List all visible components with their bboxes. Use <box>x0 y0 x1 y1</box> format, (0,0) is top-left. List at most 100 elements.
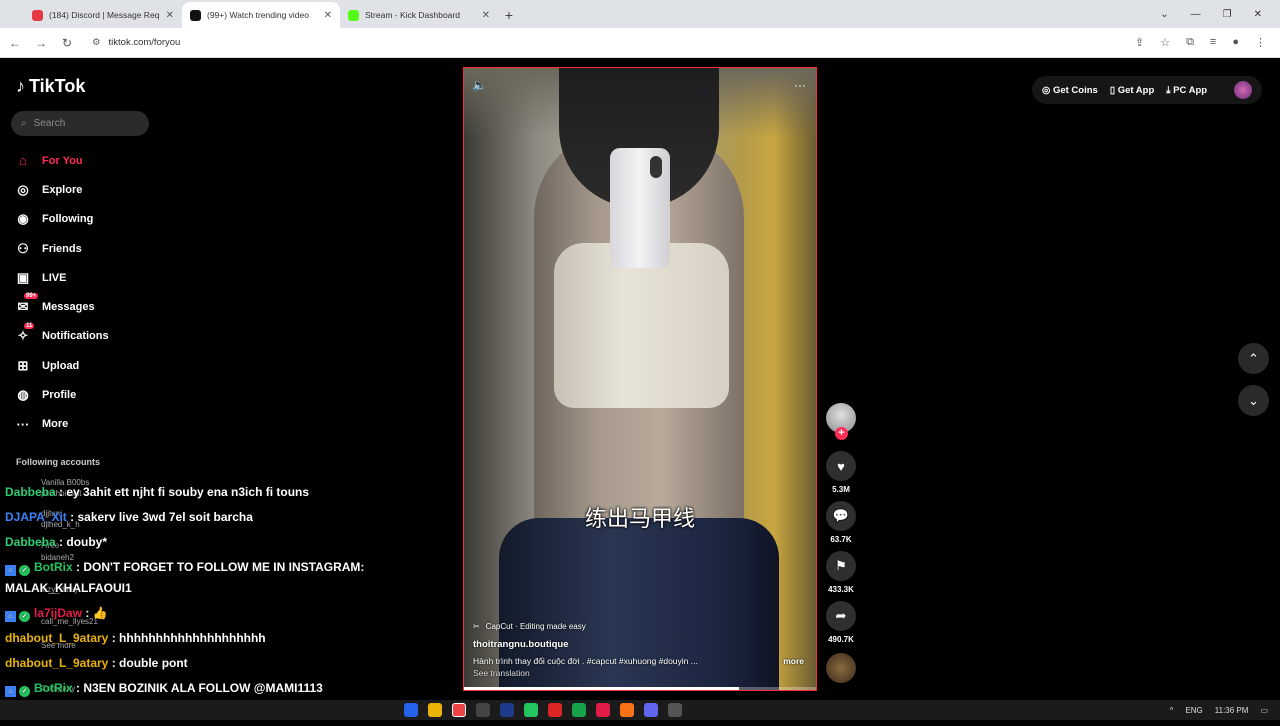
browser-tab[interactable]: (99+) Watch trending video ✕ <box>182 2 340 28</box>
chrome-alt-icon[interactable] <box>572 703 586 717</box>
sidebar-item-upload[interactable]: ⊞ Upload <box>14 351 109 380</box>
reading-list-icon[interactable]: ≡ <box>1210 36 1216 49</box>
chat-username[interactable]: DJAPA_Xit <box>5 510 67 524</box>
sidebar-item-label: More <box>42 418 69 431</box>
see-translation-link[interactable]: See translation <box>473 668 804 678</box>
chrome-icon[interactable] <box>452 703 466 717</box>
chat-text: hhhhhhhhhhhhhhhhhhhh <box>119 631 266 645</box>
profile-avatar-icon[interactable]: ● <box>1232 36 1239 49</box>
app-icon-2[interactable] <box>548 703 562 717</box>
sidebar-item-profile[interactable]: ◍ Profile <box>14 380 109 409</box>
site-info-icon[interactable]: ⚙ <box>92 37 101 48</box>
music-disc-icon[interactable] <box>826 653 856 683</box>
sidebar-item-messages[interactable]: ✉ 99+ Messages <box>14 292 109 321</box>
friends-icon: ⚇ <box>17 240 29 256</box>
capcut-tag[interactable]: ✂ CapCut · Editing made easy <box>473 622 804 631</box>
search-input[interactable]: ⌕ Search <box>11 111 149 136</box>
chat-username[interactable]: dhabout_L_9atary <box>5 631 108 645</box>
search-icon: ⌕ <box>21 118 27 129</box>
stream-chat-overlay: Dabbeba : ey 3ahit ett njht fi souby ena… <box>5 480 405 726</box>
browser-tab[interactable]: (184) Discord | Message Reque ✕ <box>24 2 182 28</box>
video-meta: ✂ CapCut · Editing made easy thoitrangnu… <box>473 622 804 678</box>
extensions-icon[interactable]: ⧉ <box>1186 36 1194 49</box>
chat-username[interactable]: la7ijDaw <box>34 606 82 620</box>
get-app-label: Get App <box>1117 84 1155 96</box>
like-action[interactable]: ♥ 5.3M <box>826 451 856 494</box>
menu-dots-icon[interactable]: ⋮ <box>1255 36 1266 49</box>
sidebar-item-explore[interactable]: ◎ Explore <box>14 175 109 204</box>
get-coins-label: Get Coins <box>1052 84 1098 96</box>
spotify-icon[interactable] <box>524 703 538 717</box>
pc-app-button[interactable]: ⤓ PC App <box>1166 85 1207 96</box>
tray-chevron-icon[interactable]: ^ <box>1170 706 1174 715</box>
previous-video-button[interactable]: ⌃ <box>1238 343 1269 374</box>
copilot-icon[interactable] <box>404 703 418 717</box>
save-action[interactable]: ⚑ 433.3K <box>826 551 856 594</box>
comment-icon[interactable]: 💬 <box>826 501 856 531</box>
chat-username[interactable]: BotRix <box>34 560 73 574</box>
url-field[interactable]: ⚙ tiktok.com/foryou <box>86 31 1123 54</box>
user-avatar[interactable] <box>1234 81 1252 99</box>
discord-icon[interactable] <box>644 703 658 717</box>
chat-badge-icon: ⌂ <box>5 686 16 697</box>
bookmark-icon[interactable]: ⚑ <box>826 551 856 581</box>
sidebar-item-following[interactable]: ◉ Following <box>14 205 109 234</box>
minimize-icon[interactable]: — <box>1191 9 1201 20</box>
get-app-button[interactable]: ▯ Get App <box>1110 85 1154 96</box>
sidebar-item-friends[interactable]: ⚇ Friends <box>14 234 109 263</box>
get-coins-button[interactable]: ◎ Get Coins <box>1042 85 1098 96</box>
close-tab-icon[interactable]: ✕ <box>324 10 332 21</box>
verified-badge-icon: ✓ <box>19 565 30 576</box>
bookmark-star-icon[interactable]: ☆ <box>1160 36 1170 49</box>
app-icon-4[interactable] <box>620 703 634 717</box>
chat-username[interactable]: dhabout_L_9atary <box>5 656 108 670</box>
back-icon[interactable]: ← <box>8 36 22 50</box>
app-icon-3[interactable] <box>596 703 610 717</box>
nav-badge: 99+ <box>24 293 39 300</box>
more-button[interactable]: more <box>783 656 804 666</box>
forward-icon[interactable]: → <box>34 36 48 50</box>
new-tab-button[interactable]: + <box>498 2 520 28</box>
tiktok-logo[interactable]: ♪ TikTok <box>16 76 85 97</box>
install-icon[interactable]: ⇪ <box>1135 36 1144 49</box>
restore-icon[interactable]: ❐ <box>1223 9 1232 20</box>
notifications-icon: ✧ <box>17 328 29 344</box>
chat-text: 👍 <box>92 606 108 620</box>
sidebar-item-live[interactable]: ▣ LIVE <box>14 263 109 292</box>
notification-center-icon[interactable]: ▭ <box>1260 706 1268 715</box>
tray-lang[interactable]: ENG <box>1185 706 1202 715</box>
chat-username[interactable]: Dabbeba <box>5 535 56 549</box>
tab-strip: (184) Discord | Message Reque ✕ (99+) Watc… <box>0 2 498 28</box>
tray-time[interactable]: 11:36 PM <box>1215 706 1249 715</box>
video-progress-bar[interactable] <box>464 687 816 690</box>
close-tab-icon[interactable]: ✕ <box>482 10 490 21</box>
share-action[interactable]: ➦ 490.7K <box>826 601 856 644</box>
file-explorer-icon[interactable] <box>428 703 442 717</box>
follow-plus-icon[interactable]: + <box>835 427 848 440</box>
close-window-icon[interactable]: ✕ <box>1254 9 1262 20</box>
video-more-icon[interactable]: ··· <box>794 78 806 92</box>
app-icon-1[interactable] <box>476 703 490 717</box>
sidebar-item-notifications[interactable]: ✧ 11 Notifications <box>14 322 109 351</box>
app-icon-5[interactable] <box>668 703 682 717</box>
comment-action[interactable]: 💬 63.7K <box>826 501 856 544</box>
volume-icon[interactable]: 🔈 <box>472 78 487 92</box>
browser-tab[interactable]: Stream - Kick Dashboard ✕ <box>340 2 498 28</box>
video-description: Hành trình thay đổi cuộc đời . #capcut #… <box>473 656 698 666</box>
sidebar-item-for-you[interactable]: ⌂ For You <box>14 146 109 175</box>
creator-avatar[interactable]: + <box>826 403 856 440</box>
share-icon[interactable]: ➦ <box>826 601 856 631</box>
video-player[interactable]: 🔈 ··· 练出马甲线 ✂ CapCut · Editing made easy… <box>463 67 817 691</box>
chat-username[interactable]: BotRix <box>34 681 73 695</box>
steam-icon[interactable] <box>500 703 514 717</box>
chat-text: douby* <box>66 535 108 549</box>
close-tab-icon[interactable]: ✕ <box>166 10 174 21</box>
reload-icon[interactable]: ↻ <box>60 36 74 50</box>
heart-icon[interactable]: ♥ <box>826 451 856 481</box>
next-video-button[interactable]: ⌄ <box>1238 385 1269 416</box>
sidebar-item-more[interactable]: ··· More <box>14 410 109 439</box>
tab-search-icon[interactable]: ⌄ <box>1160 9 1168 20</box>
chat-username[interactable]: Dabbeba <box>5 485 56 499</box>
sidebar-item-label: Explore <box>42 183 83 196</box>
video-author[interactable]: thoitrangnu.boutique <box>473 639 804 650</box>
